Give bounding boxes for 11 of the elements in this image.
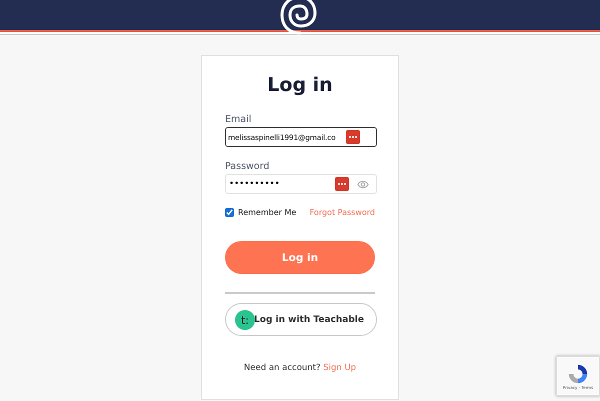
- recaptcha-icon: [567, 362, 589, 384]
- password-manager-icon[interactable]: [335, 177, 349, 191]
- eye-icon[interactable]: [357, 180, 369, 189]
- password-field[interactable]: ••••••••••: [225, 174, 377, 194]
- login-title: Log in: [266, 74, 334, 96]
- signup-prompt: Need an account?: [244, 363, 321, 373]
- password-label: Password: [225, 161, 270, 172]
- remember-label: Remember Me: [238, 208, 296, 217]
- email-label: Email: [225, 114, 252, 125]
- password-manager-icon[interactable]: [346, 130, 360, 144]
- remember-checkbox[interactable]: [225, 208, 234, 217]
